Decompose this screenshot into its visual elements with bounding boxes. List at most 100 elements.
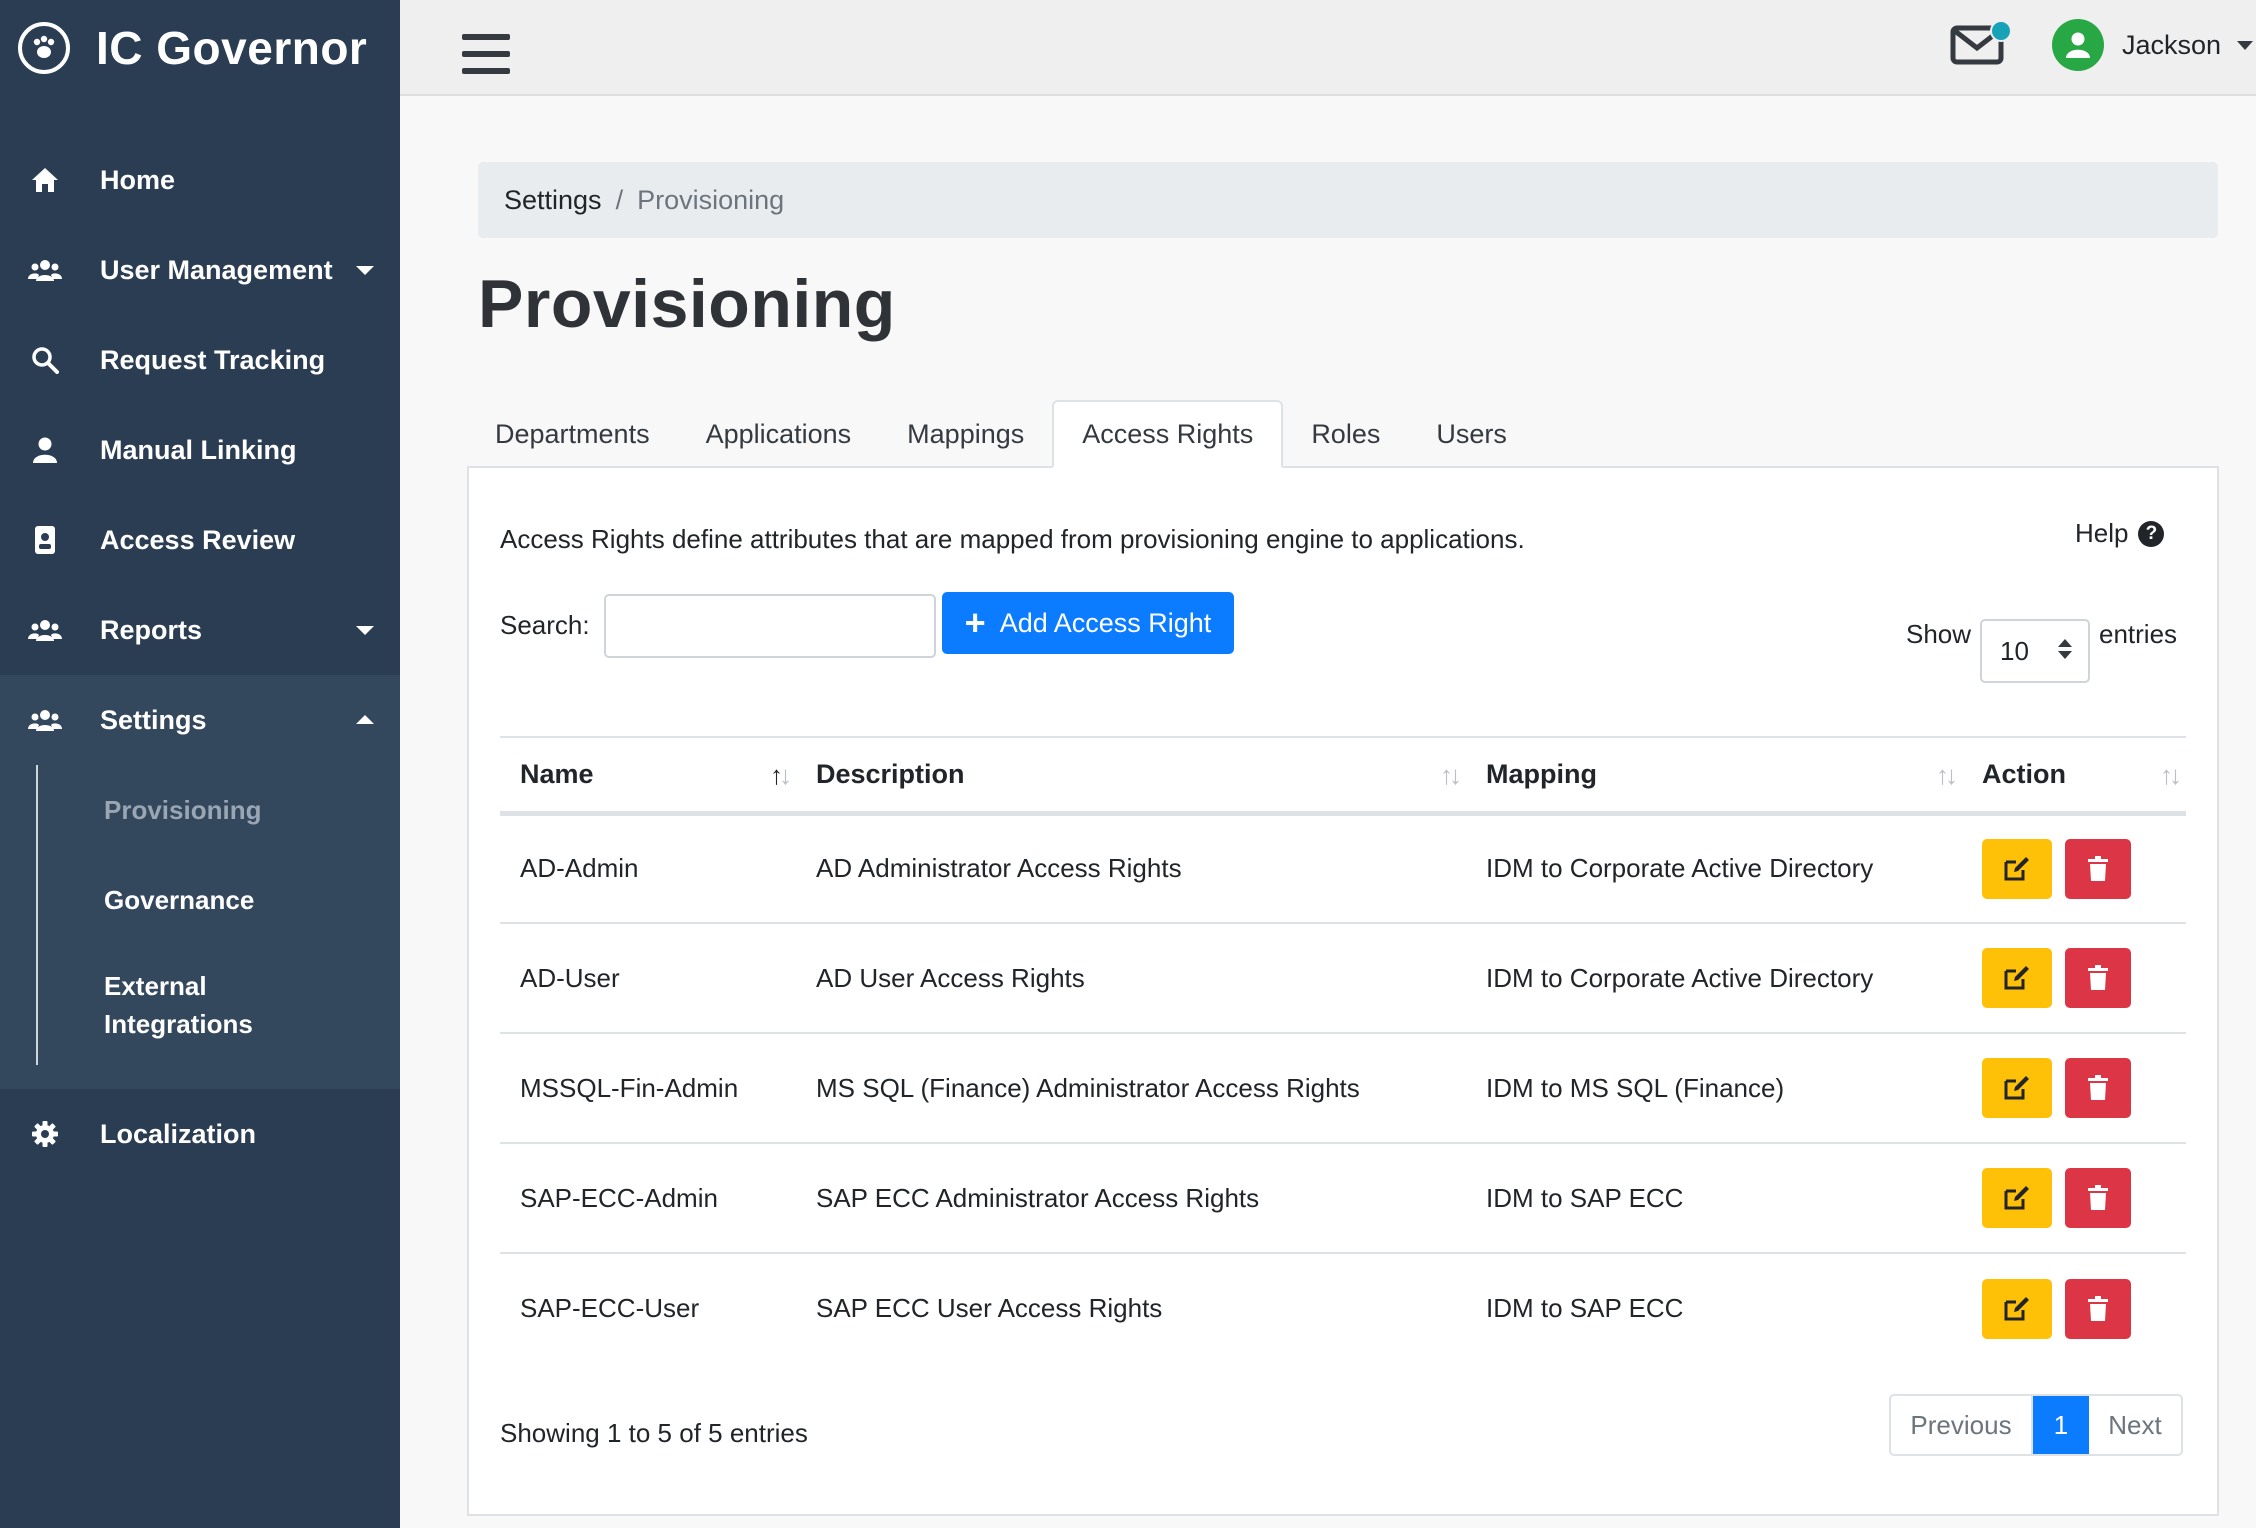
user-icon <box>28 433 62 467</box>
sidebar-item-home[interactable]: Home <box>0 135 400 225</box>
breadcrumb-separator: / <box>615 184 624 215</box>
tab-departments[interactable]: Departments <box>467 400 678 468</box>
edit-icon <box>2004 1296 2029 1320</box>
pagination: Previous 1 Next <box>1889 1394 2183 1456</box>
table-row: AD-User AD User Access Rights IDM to Cor… <box>500 923 2186 1034</box>
sidebar: IC Governor Home User Management Request… <box>0 0 400 1528</box>
brand[interactable]: IC Governor <box>0 0 400 96</box>
sidebar-item-localization[interactable]: Localization <box>0 1089 400 1179</box>
breadcrumb: Settings / Provisioning <box>478 162 2218 238</box>
sidebar-item-label: User Management <box>100 254 333 285</box>
sort-icon: ↑↓ <box>1936 760 1958 790</box>
sidebar-subitem-provisioning[interactable]: Provisioning <box>104 765 400 855</box>
column-header-description[interactable]: Description ↑↓ <box>796 736 1466 816</box>
sidebar-subitem-label: External Integrations <box>104 971 253 1039</box>
sort-icon: ↑↓ <box>1440 760 1462 790</box>
cell-mapping: IDM to MS SQL (Finance) <box>1466 1033 1962 1144</box>
edit-icon <box>2004 1076 2029 1100</box>
sidebar-subitem-governance[interactable]: Governance <box>104 855 400 945</box>
page-length-value: 10 <box>2000 635 2029 666</box>
page-title: Provisioning <box>478 266 896 342</box>
paw-icon <box>18 22 70 74</box>
edit-button[interactable] <box>1982 838 2052 899</box>
page-length-select[interactable]: 10 <box>1980 619 2090 683</box>
tab-mappings[interactable]: Mappings <box>879 400 1052 468</box>
sidebar-item-label: Settings <box>100 704 207 735</box>
sidebar-nav: Home User Management Request Tracking Ma… <box>0 135 400 1179</box>
app-title: IC Governor <box>96 22 368 74</box>
delete-button[interactable] <box>2065 1278 2131 1339</box>
delete-button[interactable] <box>2065 948 2131 1008</box>
tab-roles[interactable]: Roles <box>1283 400 1408 468</box>
pagination-previous[interactable]: Previous <box>1891 1396 2033 1454</box>
plus-icon: + <box>964 602 986 643</box>
sidebar-item-user-management[interactable]: User Management <box>0 225 400 315</box>
edit-button[interactable] <box>1982 1168 2052 1228</box>
cell-mapping: IDM to Corporate Active Directory <box>1466 813 1962 924</box>
search-input[interactable] <box>604 594 936 658</box>
menu-toggle-icon[interactable] <box>462 34 510 74</box>
user-menu[interactable]: Jackson <box>2052 18 2254 72</box>
sidebar-subitem-external-integrations[interactable]: External Integrations <box>104 945 400 1065</box>
table-row: MSSQL-Fin-Admin MS SQL (Finance) Adminis… <box>500 1033 2186 1144</box>
search-label: Search: <box>500 610 590 640</box>
edit-button[interactable] <box>1982 1278 2052 1339</box>
tab-access-rights[interactable]: Access Rights <box>1052 400 1284 468</box>
sidebar-item-manual-linking[interactable]: Manual Linking <box>0 405 400 495</box>
cell-mapping: IDM to SAP ECC <box>1486 1293 1684 1323</box>
breadcrumb-settings[interactable]: Settings <box>504 185 602 216</box>
cell-name: MSSQL-Fin-Admin <box>500 1033 796 1144</box>
help-label: Help <box>2075 518 2129 548</box>
sidebar-item-request-tracking[interactable]: Request Tracking <box>0 315 400 405</box>
column-header-action[interactable]: Action ↑↓ <box>1962 736 2186 816</box>
breadcrumb-current: Provisioning <box>637 184 785 215</box>
sort-icon: ↑↓ <box>770 760 792 790</box>
sidebar-item-access-review[interactable]: Access Review <box>0 495 400 585</box>
access-rights-panel: Access Rights define attributes that are… <box>467 466 2219 1516</box>
search-icon <box>28 343 62 377</box>
sidebar-item-label: Reports <box>100 614 203 645</box>
panel-description: Access Rights define attributes that are… <box>500 524 1525 554</box>
cell-description: SAP ECC Administrator Access Rights <box>796 1143 1466 1254</box>
sidebar-item-settings[interactable]: Settings <box>0 675 400 765</box>
delete-button[interactable] <box>2065 1168 2131 1228</box>
column-header-mapping[interactable]: Mapping ↑↓ <box>1466 736 1962 816</box>
delete-button[interactable] <box>2065 838 2131 899</box>
users-icon <box>28 253 62 287</box>
users-icon <box>28 613 62 647</box>
pagination-next[interactable]: Next <box>2089 1396 2181 1454</box>
edit-button[interactable] <box>1982 1058 2052 1118</box>
edit-button[interactable] <box>1982 948 2052 1008</box>
column-header-label: Mapping <box>1486 758 1597 789</box>
home-icon <box>28 163 62 197</box>
trash-icon <box>2088 1295 2108 1321</box>
delete-button[interactable] <box>2065 1058 2131 1118</box>
trash-icon <box>2088 855 2108 881</box>
gear-icon <box>28 1117 62 1151</box>
column-header-name[interactable]: Name ↑↓ <box>500 736 796 816</box>
table-row: AD-Admin AD Administrator Access Rights … <box>500 813 2186 924</box>
notification-dot <box>1990 20 2012 42</box>
edit-icon <box>2004 856 2029 881</box>
pagination-page-1[interactable]: 1 <box>2033 1396 2089 1454</box>
mail-icon[interactable] <box>1950 20 2012 70</box>
cell-description: SAP ECC User Access Rights <box>816 1293 1163 1323</box>
cell-name: SAP-ECC-User <box>520 1293 700 1323</box>
tab-users[interactable]: Users <box>1408 400 1535 468</box>
entries-label: entries <box>2099 619 2178 649</box>
chevron-down-icon <box>2237 40 2254 50</box>
table-info: Showing 1 to 5 of 5 entries <box>500 1418 808 1448</box>
cell-mapping: IDM to SAP ECC <box>1466 1143 1962 1254</box>
cell-name: AD-Admin <box>500 813 796 924</box>
cell-description: MS SQL (Finance) Administrator Access Ri… <box>796 1033 1466 1144</box>
avatar <box>2052 19 2104 71</box>
help-link[interactable]: Help ? <box>2075 518 2165 549</box>
sidebar-item-label: Manual Linking <box>100 434 297 465</box>
tab-applications[interactable]: Applications <box>678 400 880 468</box>
add-access-right-button[interactable]: + Add Access Right <box>942 592 1234 654</box>
add-button-label: Add Access Right <box>999 607 1212 638</box>
sidebar-item-reports[interactable]: Reports <box>0 585 400 675</box>
cell-description: AD User Access Rights <box>796 923 1466 1034</box>
caret-down-icon <box>356 266 374 275</box>
caret-down-icon <box>356 626 374 635</box>
